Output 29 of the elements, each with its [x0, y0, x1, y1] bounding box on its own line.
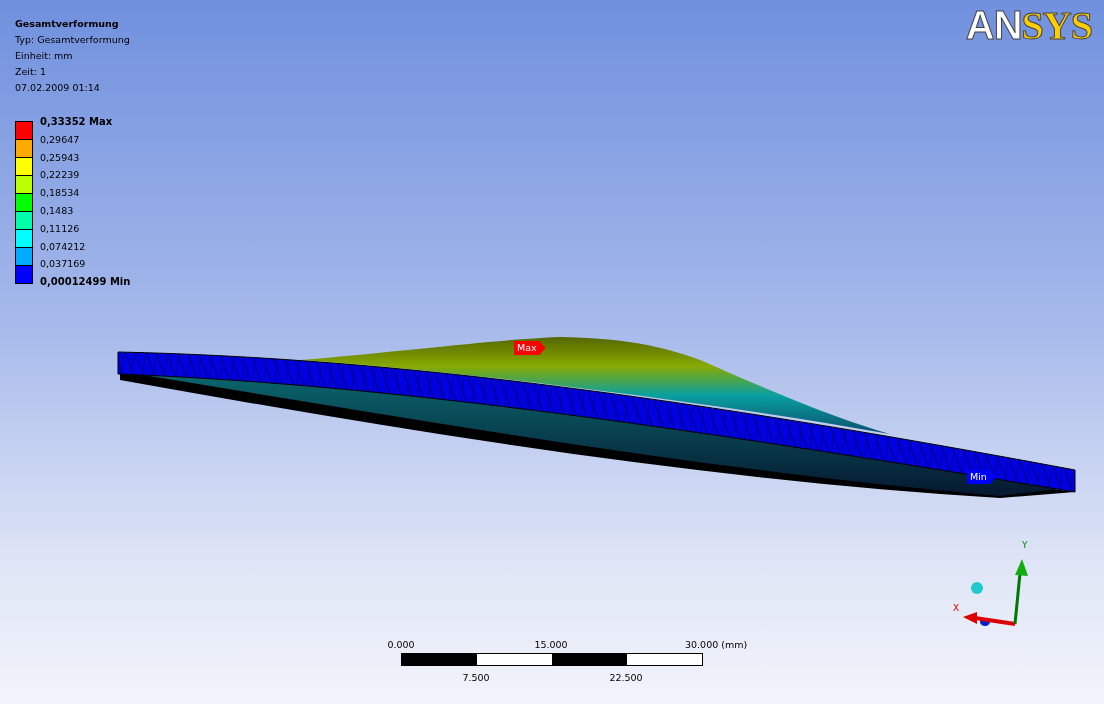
probe-label: Min: [967, 470, 996, 484]
result-title: Gesamtverformung: [15, 17, 120, 31]
scale-label: 7.500: [462, 672, 490, 683]
legend-value: 0,00012499 Min: [40, 275, 131, 290]
logo-text: ANSYS: [965, 4, 1092, 47]
result-detail: Zeit: 1: [15, 65, 47, 79]
y-axis-arrow-icon: [1013, 559, 1028, 625]
scale-label: 0.000: [387, 639, 415, 650]
legend-value: 0,29647: [40, 132, 81, 147]
scale-label: 30.000 (mm): [685, 639, 748, 650]
result-detail: Einheit: mm: [15, 49, 74, 63]
probe-label: Max: [514, 341, 546, 355]
x-axis-label: X: [953, 603, 960, 613]
sphere-icon: [971, 582, 983, 594]
legend-value: 0,11126: [40, 221, 81, 236]
scale-label: 15.000: [534, 639, 568, 650]
legend-value: 0,1483: [40, 204, 75, 218]
x-axis-arrow-icon: [963, 612, 1016, 626]
result-detail: Typ: Gesamtverformung: [15, 33, 131, 47]
legend-value: 0,18534: [40, 186, 81, 201]
y-axis-label: Y: [1022, 540, 1028, 550]
legend-value: 0,33352 Max: [40, 115, 114, 129]
legend-value: 0,22239: [40, 168, 81, 183]
z-axis-icon: [980, 618, 990, 626]
scale-label: 22.500: [609, 672, 643, 683]
legend-value: 0,25943: [40, 150, 81, 165]
legend-value: 0,037169: [40, 257, 87, 272]
result-detail: 07.02.2009 01:14: [15, 81, 101, 95]
legend-value: 0,074212: [40, 239, 87, 254]
